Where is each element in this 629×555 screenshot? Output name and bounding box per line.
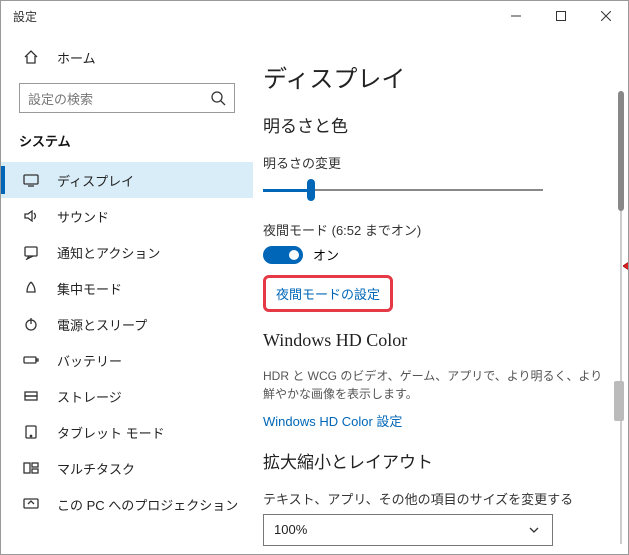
sidebar-item-label: バッテリー (57, 351, 122, 370)
tablet-icon (23, 424, 39, 440)
sidebar-home[interactable]: ホーム (1, 39, 253, 75)
nightlight-toggle[interactable]: オン (263, 245, 339, 264)
brightness-label: 明るさの変更 (263, 153, 604, 172)
sidebar-item-notifications[interactable]: 通知とアクション (1, 234, 253, 270)
main-panel: ディスプレイ 明るさと色 明るさの変更 夜間モード (6:52 までオン) オン… (253, 31, 628, 554)
sidebar-item-battery[interactable]: バッテリー (1, 342, 253, 378)
brightness-slider[interactable] (263, 178, 543, 202)
sidebar-category: システム (1, 127, 253, 162)
sidebar-item-storage[interactable]: ストレージ (1, 378, 253, 414)
scrollbar-thumb[interactable] (618, 91, 624, 211)
section-scale: 拡大縮小とレイアウト (263, 448, 604, 473)
sidebar-item-label: ディスプレイ (57, 171, 134, 190)
toggle-state: オン (313, 245, 339, 264)
sidebar-item-sound[interactable]: サウンド (1, 198, 253, 234)
sidebar-item-label: 通知とアクション (57, 243, 160, 262)
sidebar-item-tablet[interactable]: タブレット モード (1, 414, 253, 450)
highlight-annotation: 夜間モードの設定 (263, 275, 393, 312)
sidebar-item-label: サウンド (57, 207, 109, 226)
page-title: ディスプレイ (263, 59, 604, 94)
hdcolor-link[interactable]: Windows HD Color 設定 (263, 414, 402, 429)
chevron-down-icon (526, 522, 542, 538)
hdcolor-desc: HDR と WCG のビデオ、ゲーム、アプリで、より明るく、より鮮やかな画像を表… (263, 367, 604, 403)
nightlight-label: 夜間モード (6:52 までオン) (263, 220, 604, 239)
sidebar-item-projection[interactable]: この PC へのプロジェクション (1, 486, 253, 522)
sidebar-item-label: マルチタスク (57, 459, 135, 478)
sidebar-item-label: ストレージ (57, 387, 122, 406)
scale-select[interactable]: 100% (263, 514, 553, 546)
close-button[interactable] (583, 1, 628, 31)
storage-icon (23, 388, 39, 404)
power-icon (23, 316, 39, 332)
nightlight-settings-link[interactable]: 夜間モードの設定 (276, 287, 380, 302)
home-icon (23, 49, 39, 65)
focus-icon (23, 280, 39, 296)
sidebar-item-label: 電源とスリープ (57, 315, 147, 334)
display-icon (23, 172, 39, 188)
search-icon (210, 90, 226, 106)
battery-icon (23, 352, 39, 368)
search-input[interactable]: 設定の検索 (19, 83, 235, 113)
minimize-button[interactable] (493, 1, 538, 31)
window-scrollbar-thumb[interactable] (614, 381, 624, 421)
sidebar-item-multitask[interactable]: マルチタスク (1, 450, 253, 486)
sidebar-item-focus[interactable]: 集中モード (1, 270, 253, 306)
sidebar-item-power[interactable]: 電源とスリープ (1, 306, 253, 342)
slider-thumb[interactable] (307, 179, 315, 201)
scale-value: 100% (274, 522, 307, 537)
section-brightness: 明るさと色 (263, 112, 604, 137)
search-placeholder: 設定の検索 (28, 89, 93, 108)
multitask-icon (23, 460, 39, 476)
sidebar: ホーム 設定の検索 システム ディスプレイ サウンド 通知とアクション 集中モー (1, 31, 253, 554)
sidebar-item-display[interactable]: ディスプレイ (1, 162, 253, 198)
scale-label: テキスト、アプリ、その他の項目のサイズを変更する (263, 489, 604, 508)
section-hdcolor: Windows HD Color (263, 330, 604, 351)
sidebar-item-label: この PC へのプロジェクション (57, 495, 238, 514)
arrow-annotation (623, 236, 628, 296)
window-titlebar: 設定 (1, 1, 628, 31)
projection-icon (23, 496, 39, 512)
window-title: 設定 (13, 8, 37, 25)
maximize-button[interactable] (538, 1, 583, 31)
sidebar-home-label: ホーム (57, 48, 96, 67)
notifications-icon (23, 244, 39, 260)
sidebar-item-label: 集中モード (57, 279, 122, 298)
sound-icon (23, 208, 39, 224)
sidebar-item-label: タブレット モード (57, 423, 165, 442)
